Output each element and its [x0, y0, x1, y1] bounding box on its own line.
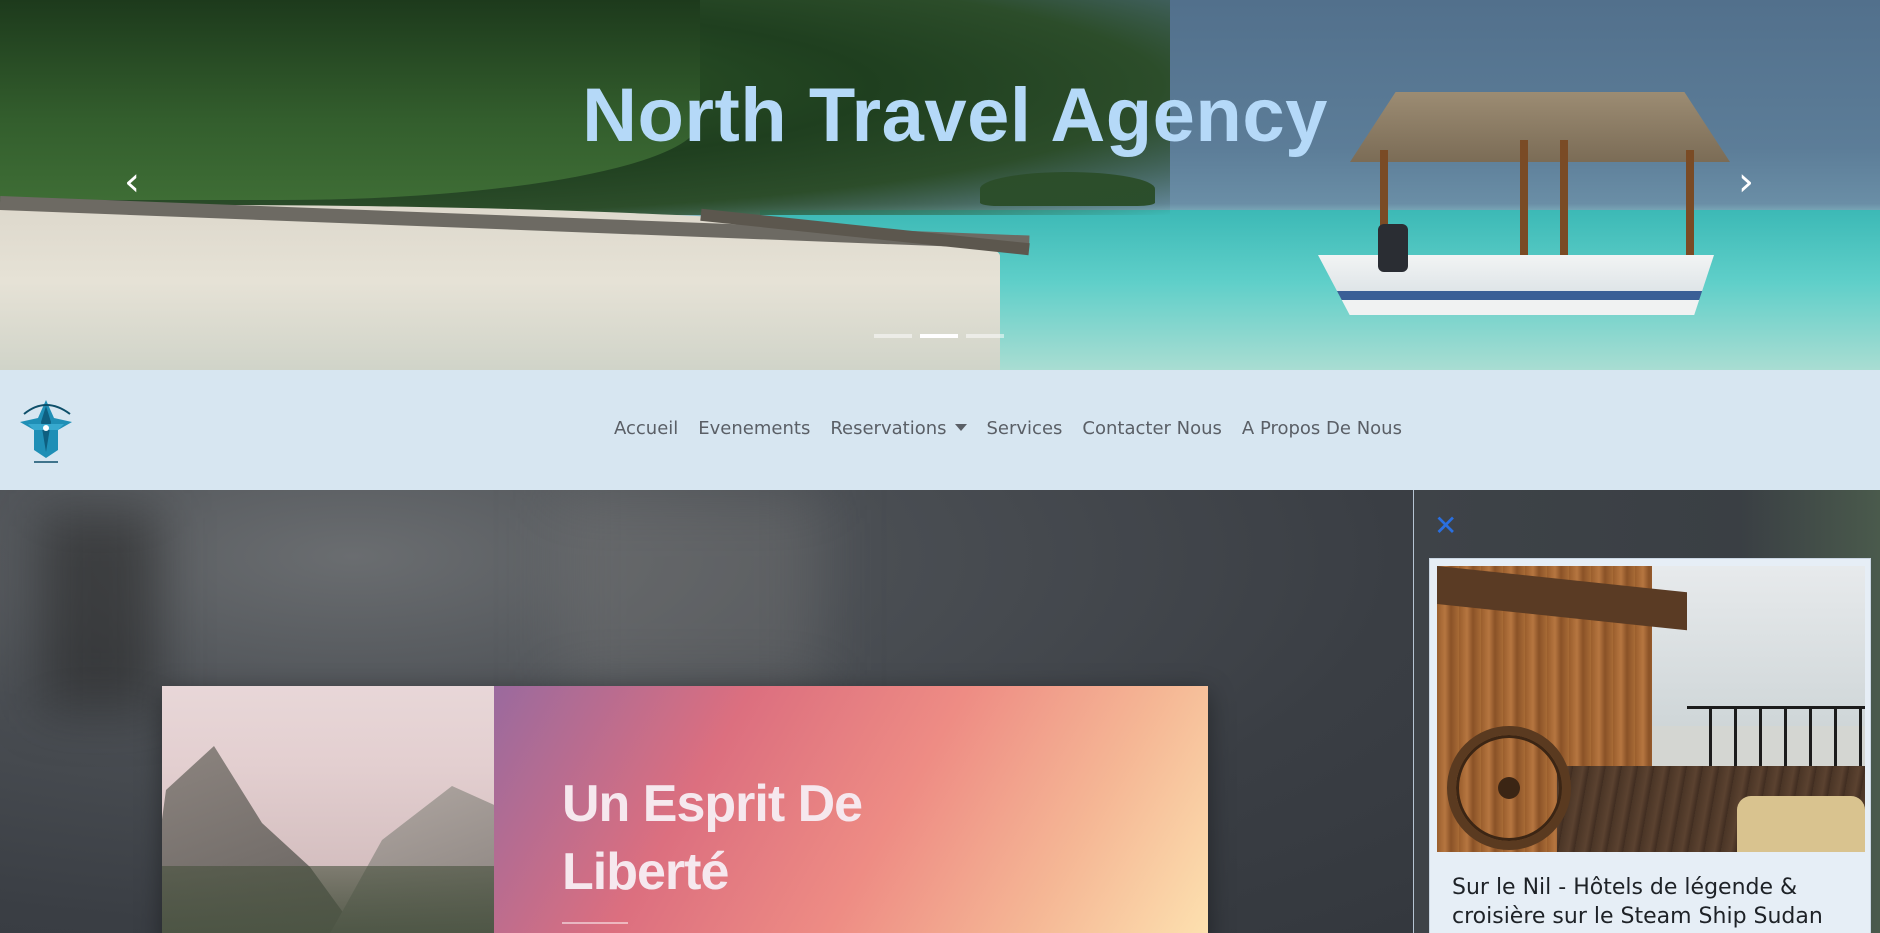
ship-wheel-icon — [1447, 726, 1571, 850]
background-blur — [40, 510, 160, 710]
navbar: Accueil Evenements Reservations Services… — [0, 370, 1880, 490]
mountain-image — [162, 686, 494, 933]
nav-item-accueil[interactable]: Accueil — [604, 418, 688, 439]
caret-down-icon — [954, 423, 967, 431]
steamship-image — [1437, 566, 1865, 852]
nav-item-services[interactable]: Services — [977, 418, 1073, 439]
carousel-indicator-1[interactable] — [874, 334, 912, 338]
carousel-indicator-2[interactable] — [920, 334, 958, 338]
side-panel: ✕ Sur le Nil - Hôtels de légende & crois… — [1413, 490, 1880, 933]
hero-boat-post — [1686, 150, 1694, 262]
north-travel-logo-icon[interactable] — [14, 392, 78, 466]
nav-item-a-propos[interactable]: A Propos De Nous — [1232, 418, 1412, 439]
nav-item-reservations[interactable]: Reservations — [820, 418, 976, 439]
nav-item-evenements[interactable]: Evenements — [688, 418, 820, 439]
feature-card: Un Esprit De Liberté — [162, 686, 1208, 933]
carousel-indicator-3[interactable] — [966, 334, 1004, 338]
offer-card[interactable]: Sur le Nil - Hôtels de légende & croisiè… — [1429, 558, 1871, 933]
offer-card-title[interactable]: Sur le Nil - Hôtels de légende & croisiè… — [1452, 873, 1862, 931]
hero-carousel: North Travel Agency ‹ › — [0, 0, 1880, 370]
main-section: Un Esprit De Liberté — [0, 490, 1413, 933]
background-blur — [560, 490, 820, 690]
nav-menu: Accueil Evenements Reservations Services… — [604, 418, 1412, 439]
feature-card-title: Un Esprit De Liberté — [562, 775, 863, 901]
hero-boat-motor — [1378, 224, 1408, 272]
chevron-left-icon[interactable]: ‹ — [118, 162, 146, 202]
mountain-trees — [162, 866, 494, 933]
close-icon[interactable]: ✕ — [1434, 512, 1458, 540]
title-divider — [562, 922, 628, 924]
nav-item-contacter-nous[interactable]: Contacter Nous — [1072, 418, 1232, 439]
chevron-right-icon[interactable]: › — [1732, 162, 1760, 202]
wicker-chair — [1737, 796, 1865, 852]
carousel-indicators — [874, 334, 1004, 338]
feature-card-body: Un Esprit De Liberté — [494, 686, 1208, 933]
hero-title: North Travel Agency — [582, 73, 1328, 158]
nav-item-reservations-label: Reservations — [830, 418, 947, 439]
steamship-sky — [1652, 566, 1865, 726]
